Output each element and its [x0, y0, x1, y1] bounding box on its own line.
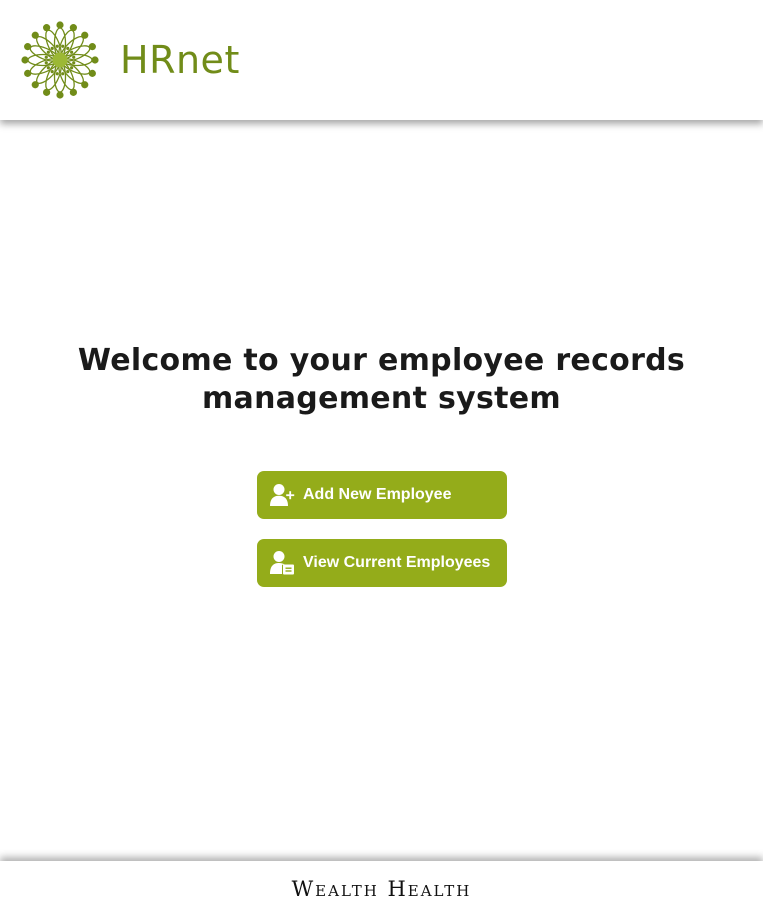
page: HRnet Welcome to your employee records m…: [0, 0, 763, 919]
footer-brand-name: Wealth Health: [291, 877, 472, 901]
view-current-employees-button[interactable]: View Current Employees: [257, 539, 507, 587]
app-brand-name[interactable]: HRnet: [120, 36, 240, 84]
sunburst-logo-icon: [21, 21, 99, 99]
welcome-heading: Welcome to your employee records managem…: [77, 343, 686, 416]
add-new-employee-button[interactable]: Add New Employee: [257, 471, 507, 519]
add-user-icon: [270, 484, 295, 506]
app-header: HRnet: [0, 0, 763, 120]
employee-list-icon: [270, 551, 294, 575]
view-current-employees-label: View Current Employees: [303, 554, 491, 571]
add-new-employee-label: Add New Employee: [303, 486, 452, 503]
app-footer: Wealth Health: [0, 861, 763, 919]
